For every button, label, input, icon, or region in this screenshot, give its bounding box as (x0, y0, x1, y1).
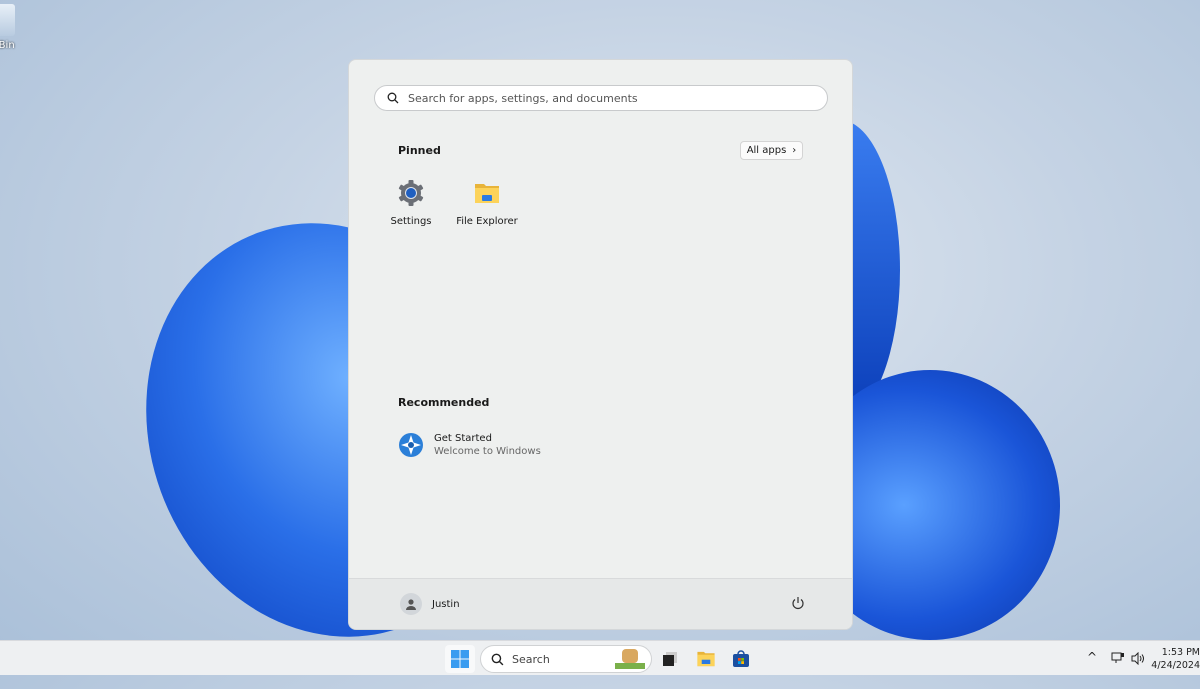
gear-icon (398, 180, 424, 206)
start-search-input[interactable]: Search for apps, settings, and documents (374, 85, 828, 111)
get-started-icon (399, 433, 423, 457)
recycle-bin[interactable]: e Bin (0, 4, 24, 51)
start-footer: Justin (349, 578, 852, 629)
volume-icon[interactable] (1131, 652, 1145, 665)
pinned-heading: Pinned (398, 144, 441, 157)
pinned-app-settings[interactable]: Settings (373, 179, 449, 227)
avatar (400, 593, 422, 615)
chevron-right-icon: › (792, 145, 797, 156)
store-icon (733, 650, 749, 667)
search-highlight-dog-icon (615, 649, 645, 669)
recommended-heading: Recommended (398, 396, 490, 409)
power-icon[interactable] (791, 596, 805, 610)
taskbar-store[interactable] (730, 645, 752, 673)
windows-logo-icon (451, 650, 469, 668)
task-view-button[interactable] (660, 645, 680, 673)
user-account-button[interactable]: Justin (400, 593, 460, 615)
task-view-icon (663, 652, 677, 666)
taskbar: Search ^ 1:53 PM 4/24/2024 (0, 640, 1200, 675)
taskbar-search[interactable]: Search (480, 645, 652, 673)
taskbar-file-explorer[interactable] (695, 645, 717, 673)
user-icon (406, 599, 416, 610)
folder-icon (475, 184, 499, 203)
search-icon (387, 92, 399, 104)
start-button[interactable] (445, 645, 475, 673)
all-apps-button[interactable]: All apps › (740, 141, 803, 160)
start-menu: Search for apps, settings, and documents… (348, 59, 853, 630)
recycle-bin-icon (0, 4, 15, 36)
search-icon (491, 653, 504, 665)
recommended-item-get-started[interactable]: Get Started Welcome to Windows (398, 432, 541, 458)
pinned-app-file-explorer[interactable]: File Explorer (449, 179, 525, 227)
show-hidden-icons-chevron-up-icon[interactable]: ^ (1087, 650, 1097, 664)
folder-icon (697, 651, 715, 667)
network-icon[interactable] (1111, 652, 1125, 665)
clock[interactable]: 1:53 PM 4/24/2024 (1148, 647, 1200, 671)
